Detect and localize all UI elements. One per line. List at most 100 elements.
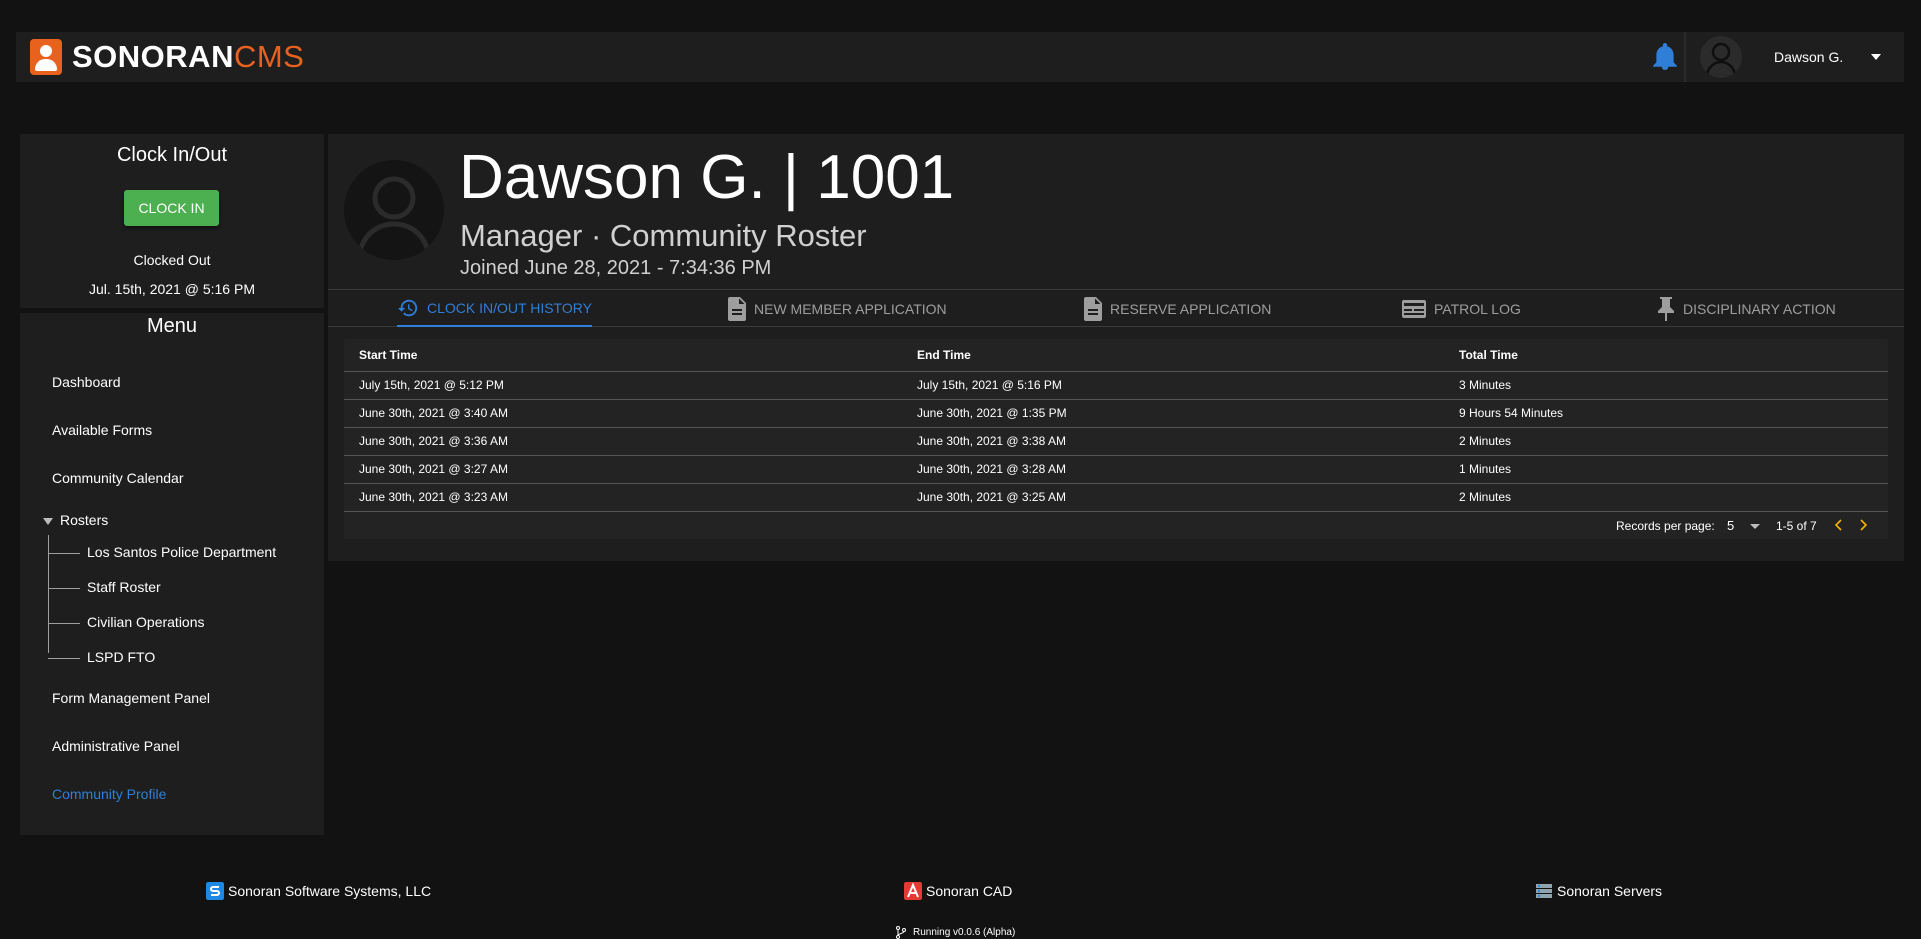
- server-icon: [1536, 884, 1552, 898]
- tab-new-member-application[interactable]: NEW MEMBER APPLICATION: [728, 290, 947, 327]
- history-icon: [397, 299, 418, 316]
- profile-role: Manager · Community Roster: [460, 218, 867, 253]
- cell-start-time: June 30th, 2021 @ 3:36 AM: [344, 427, 902, 456]
- default-user-icon: [357, 176, 431, 253]
- previous-page-icon[interactable]: [1832, 517, 1846, 533]
- table-row[interactable]: July 15th, 2021 @ 5:12 PM July 15th, 202…: [344, 371, 1888, 400]
- tab-label: NEW MEMBER APPLICATION: [754, 300, 947, 317]
- tree-branch: [48, 588, 80, 589]
- records-per-page-label: Records per page:: [1616, 519, 1715, 533]
- clock-in-out-card: Clock In/Out CLOCK IN Clocked Out Jul. 1…: [20, 134, 324, 308]
- header-divider: [1684, 32, 1686, 82]
- table-row[interactable]: June 30th, 2021 @ 3:23 AM June 30th, 202…: [344, 483, 1888, 512]
- next-page-icon[interactable]: [1856, 517, 1870, 533]
- cell-total-time: 3 Minutes: [1444, 371, 1888, 400]
- column-header-end-time[interactable]: End Time: [902, 339, 1444, 372]
- footer-link-label: Sonoran Software Systems, LLC: [228, 883, 432, 899]
- cell-total-time: 2 Minutes: [1444, 427, 1888, 456]
- pagination-range: 1-5 of 7: [1776, 519, 1817, 533]
- default-user-icon: [1705, 42, 1737, 75]
- profile-tabs: CLOCK IN/OUT HISTORY NEW MEMBER APPLICAT…: [328, 289, 1904, 327]
- footer-link-label: Sonoran CAD: [926, 883, 1013, 899]
- tree-branch: [48, 623, 80, 624]
- roster-item-staff[interactable]: Staff Roster: [87, 579, 161, 595]
- user-menu-caret-icon[interactable]: [1871, 54, 1881, 60]
- clock-timestamp: Jul. 15th, 2021 @ 5:16 PM: [89, 281, 255, 297]
- brand-name: SONORANCMS: [72, 39, 304, 75]
- table-row[interactable]: June 30th, 2021 @ 3:27 AM June 30th, 202…: [344, 455, 1888, 484]
- footer-link-sonoran-servers[interactable]: Sonoran Servers: [1535, 882, 1662, 900]
- menu-item-community-profile[interactable]: Community Profile: [52, 786, 166, 802]
- history-table: Start Time End Time Total Time July 15th…: [344, 339, 1888, 512]
- tab-label: PATROL LOG: [1434, 300, 1521, 317]
- sonoran-software-icon: [206, 882, 224, 900]
- records-per-page-select[interactable]: 5: [1727, 518, 1734, 533]
- records-per-page-caret-icon[interactable]: [1750, 524, 1760, 529]
- rosters-expand-icon[interactable]: [43, 518, 53, 525]
- profile-card: Dawson G. | 1001 Manager · Community Ros…: [328, 134, 1904, 561]
- menu-item-administrative-panel[interactable]: Administrative Panel: [52, 738, 180, 754]
- id-card-icon: [1402, 299, 1426, 318]
- git-branch-icon: [896, 926, 906, 939]
- table-row[interactable]: June 30th, 2021 @ 3:40 AM June 30th, 202…: [344, 399, 1888, 428]
- menu-item-community-calendar[interactable]: Community Calendar: [52, 470, 184, 486]
- document-icon: [728, 296, 746, 321]
- tab-disciplinary-action[interactable]: DISCIPLINARY ACTION: [1657, 290, 1836, 327]
- notification-bell-icon[interactable]: [1652, 43, 1678, 71]
- menu-item-rosters[interactable]: Rosters: [60, 512, 108, 528]
- version-info: Running v0.0.6 (Alpha): [895, 926, 1015, 939]
- cell-start-time: June 30th, 2021 @ 3:40 AM: [344, 399, 902, 428]
- tab-label: CLOCK IN/OUT HISTORY: [427, 299, 592, 316]
- profile-avatar: [344, 160, 444, 260]
- column-header-start-time[interactable]: Start Time: [344, 339, 902, 372]
- tab-reserve-application[interactable]: RESERVE APPLICATION: [1084, 290, 1271, 327]
- menu-item-form-management[interactable]: Form Management Panel: [52, 690, 210, 706]
- tree-branch: [48, 658, 80, 659]
- menu-item-dashboard[interactable]: Dashboard: [52, 374, 121, 390]
- cell-total-time: 2 Minutes: [1444, 483, 1888, 512]
- cell-end-time: June 30th, 2021 @ 3:25 AM: [902, 483, 1444, 512]
- user-avatar[interactable]: [1700, 36, 1742, 78]
- cell-total-time: 9 Hours 54 Minutes: [1444, 399, 1888, 428]
- sonoran-cad-icon: [904, 882, 922, 900]
- menu-item-available-forms[interactable]: Available Forms: [52, 422, 152, 438]
- tab-label: RESERVE APPLICATION: [1110, 300, 1272, 317]
- top-app-bar: SONORANCMS Dawson G.: [16, 32, 1904, 82]
- profile-name: Dawson G. | 1001: [459, 143, 955, 212]
- version-text: Running v0.0.6 (Alpha): [913, 927, 1016, 938]
- document-icon: [1084, 296, 1102, 321]
- cell-end-time: June 30th, 2021 @ 3:28 AM: [902, 455, 1444, 484]
- user-menu-name[interactable]: Dawson G.: [1774, 49, 1843, 65]
- tab-patrol-log[interactable]: PATROL LOG: [1402, 290, 1521, 327]
- roster-item-lspd[interactable]: Los Santos Police Department: [87, 544, 276, 560]
- tab-label: DISCIPLINARY ACTION: [1683, 300, 1836, 317]
- roster-item-lspd-fto[interactable]: LSPD FTO: [87, 649, 155, 665]
- roster-item-civilian[interactable]: Civilian Operations: [87, 614, 205, 630]
- menu-title: Menu: [146, 315, 198, 337]
- column-header-total-time[interactable]: Total Time: [1444, 339, 1888, 372]
- cell-start-time: June 30th, 2021 @ 3:23 AM: [344, 483, 902, 512]
- profile-joined-date: Joined June 28, 2021 - 7:34:36 PM: [460, 257, 772, 279]
- cell-total-time: 1 Minutes: [1444, 455, 1888, 484]
- clock-in-button[interactable]: CLOCK IN: [124, 190, 219, 226]
- pin-icon: [1658, 296, 1674, 321]
- brand-primary: SONORAN: [72, 39, 234, 74]
- footer-link-sonoran-cad[interactable]: Sonoran CAD: [904, 882, 1012, 900]
- clock-card-title: Clock In/Out: [116, 144, 228, 166]
- tree-branch: [48, 553, 80, 554]
- cell-end-time: June 30th, 2021 @ 3:38 AM: [902, 427, 1444, 456]
- sonoran-cms-logo[interactable]: SONORANCMS: [30, 39, 304, 75]
- table-header-row: Start Time End Time Total Time: [344, 339, 1888, 372]
- side-menu: Menu Dashboard Available Forms Community…: [20, 313, 324, 835]
- table-pagination: Records per page: 5 1-5 of 7: [344, 511, 1888, 539]
- clock-status: Clocked Out: [133, 252, 211, 268]
- footer-link-label: Sonoran Servers: [1557, 883, 1663, 899]
- table-row[interactable]: June 30th, 2021 @ 3:36 AM June 30th, 202…: [344, 427, 1888, 456]
- cell-start-time: June 30th, 2021 @ 3:27 AM: [344, 455, 902, 484]
- cell-start-time: July 15th, 2021 @ 5:12 PM: [344, 371, 902, 400]
- brand-secondary: CMS: [233, 39, 305, 74]
- footer-link-sonoran-software[interactable]: Sonoran Software Systems, LLC: [206, 882, 431, 900]
- tab-clock-history[interactable]: CLOCK IN/OUT HISTORY: [397, 290, 592, 327]
- sonoran-logo-icon: [30, 39, 62, 75]
- cell-end-time: June 30th, 2021 @ 1:35 PM: [902, 399, 1444, 428]
